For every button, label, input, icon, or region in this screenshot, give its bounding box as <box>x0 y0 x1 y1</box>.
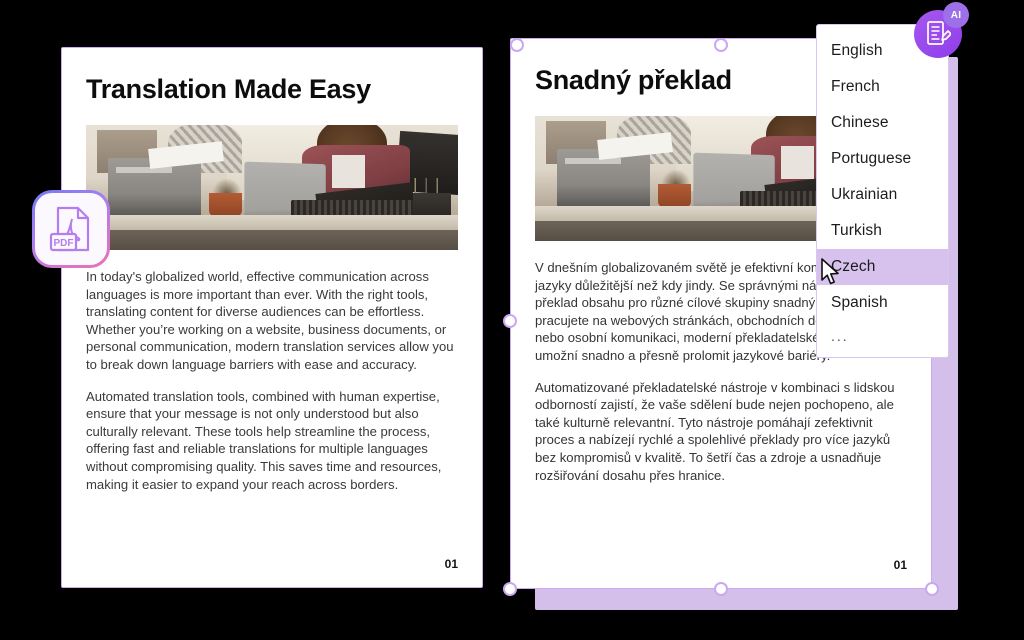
paragraph: Automated translation tools, combined wi… <box>86 388 442 492</box>
source-document[interactable]: Translation Made Easy In today's globali… <box>61 47 483 588</box>
resize-handle-bottom-center[interactable] <box>714 582 728 596</box>
page-number: 01 <box>893 558 907 572</box>
dropdown-option-spanish[interactable]: Spanish <box>817 285 948 321</box>
pdf-file-chip[interactable]: PDF <box>32 190 110 268</box>
document-title: Translation Made Easy <box>86 74 371 104</box>
dropdown-option-turkish[interactable]: Turkish <box>817 213 948 249</box>
resize-handle-middle-left[interactable] <box>503 314 517 328</box>
dropdown-option-portuguese[interactable]: Portuguese <box>817 141 948 177</box>
document-image <box>86 125 458 250</box>
resize-handle-bottom-left[interactable] <box>503 582 517 596</box>
pdf-label: PDF <box>54 238 74 249</box>
dropdown-option-ukrainian[interactable]: Ukrainian <box>817 177 948 213</box>
ai-label-badge: AI <box>943 2 969 28</box>
resize-handle-top-left[interactable] <box>510 38 524 52</box>
paragraph: In today's globalized world, effective c… <box>86 269 454 372</box>
language-dropdown-menu[interactable]: English French Chinese Portuguese Ukrain… <box>816 24 949 358</box>
pdf-file-icon: PDF <box>35 193 107 265</box>
dropdown-option-czech[interactable]: Czech <box>817 249 948 285</box>
paragraph: Automatizované překladatelské nástroje v… <box>535 379 895 483</box>
dropdown-option-chinese[interactable]: Chinese <box>817 105 948 141</box>
resize-handle-top-center[interactable] <box>714 38 728 52</box>
canvas: Translation Made Easy In today's globali… <box>0 0 1024 640</box>
resize-handle-bottom-right[interactable] <box>925 582 939 596</box>
document-body: In today's globalized world, effective c… <box>86 268 458 493</box>
dropdown-option-more[interactable]: ... <box>817 321 948 351</box>
page-number: 01 <box>444 557 458 571</box>
dropdown-option-french[interactable]: French <box>817 69 948 105</box>
